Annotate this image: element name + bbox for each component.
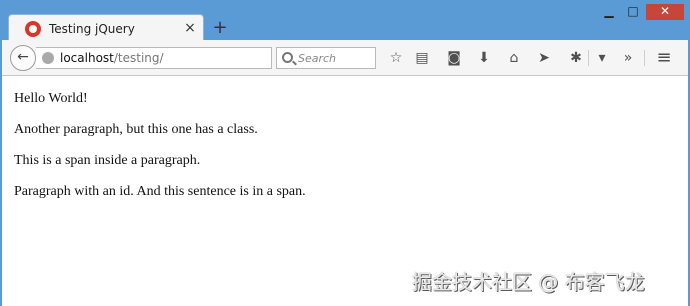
window-frame-left [0, 40, 2, 306]
navigation-toolbar: localhost/testing/ ↻ ← Search ☆ ▤ ◙ ⬇ ⌂ … [0, 40, 690, 76]
site-info-icon[interactable] [42, 52, 54, 64]
extension-icon[interactable]: ✱ [566, 49, 586, 67]
minimize-button[interactable]: ▁ [598, 4, 620, 20]
hamburger-menu-icon[interactable]: ≡ [654, 49, 674, 67]
pocket-icon[interactable]: ◙ [444, 49, 464, 67]
maximize-button[interactable]: □ [622, 4, 644, 20]
url-text[interactable]: localhost/testing/ [60, 51, 164, 65]
chevron-down-icon[interactable]: ▾ [592, 49, 612, 67]
send-icon[interactable]: ➤ [534, 49, 554, 67]
toolbar-separator [588, 50, 589, 66]
search-placeholder: Search [298, 52, 337, 65]
new-tab-button[interactable]: + [210, 18, 230, 38]
close-tab-icon[interactable]: × [181, 19, 199, 37]
tab-title: Testing jQuery [49, 22, 135, 36]
close-window-button[interactable]: ✕ [646, 4, 684, 20]
watermark-text: 掘金技术社区 @ 布客飞龙 [412, 270, 645, 294]
firefox-favicon-icon [25, 21, 41, 37]
tab-strip: Testing jQuery × + ▁ □ ✕ [0, 0, 690, 42]
browser-window: Testing jQuery × + ▁ □ ✕ localhost/testi… [0, 0, 690, 306]
url-path: /testing/ [113, 51, 164, 65]
bookmark-star-icon[interactable]: ☆ [386, 49, 406, 67]
reading-list-icon[interactable]: ▤ [412, 49, 432, 67]
url-bar[interactable]: localhost/testing/ ↻ [36, 47, 298, 73]
overflow-menu-icon[interactable]: » [618, 49, 638, 67]
search-icon [282, 52, 293, 63]
paragraph-with-span: This is a span inside a paragraph. [14, 153, 201, 168]
search-input[interactable]: Search [276, 47, 376, 69]
paragraph-with-class: Another paragraph, but this one has a cl… [14, 122, 258, 137]
toolbar-separator [644, 50, 645, 66]
home-icon[interactable]: ⌂ [504, 49, 524, 67]
paragraph-hello-world: Hello World! [14, 91, 88, 106]
download-icon[interactable]: ⬇ [474, 49, 494, 67]
url-host: localhost [60, 51, 114, 65]
back-button[interactable]: ← [10, 45, 36, 71]
paragraph-with-id: Paragraph with an id. And this sentence … [14, 184, 306, 199]
tab-testing-jquery[interactable]: Testing jQuery × [8, 14, 204, 42]
